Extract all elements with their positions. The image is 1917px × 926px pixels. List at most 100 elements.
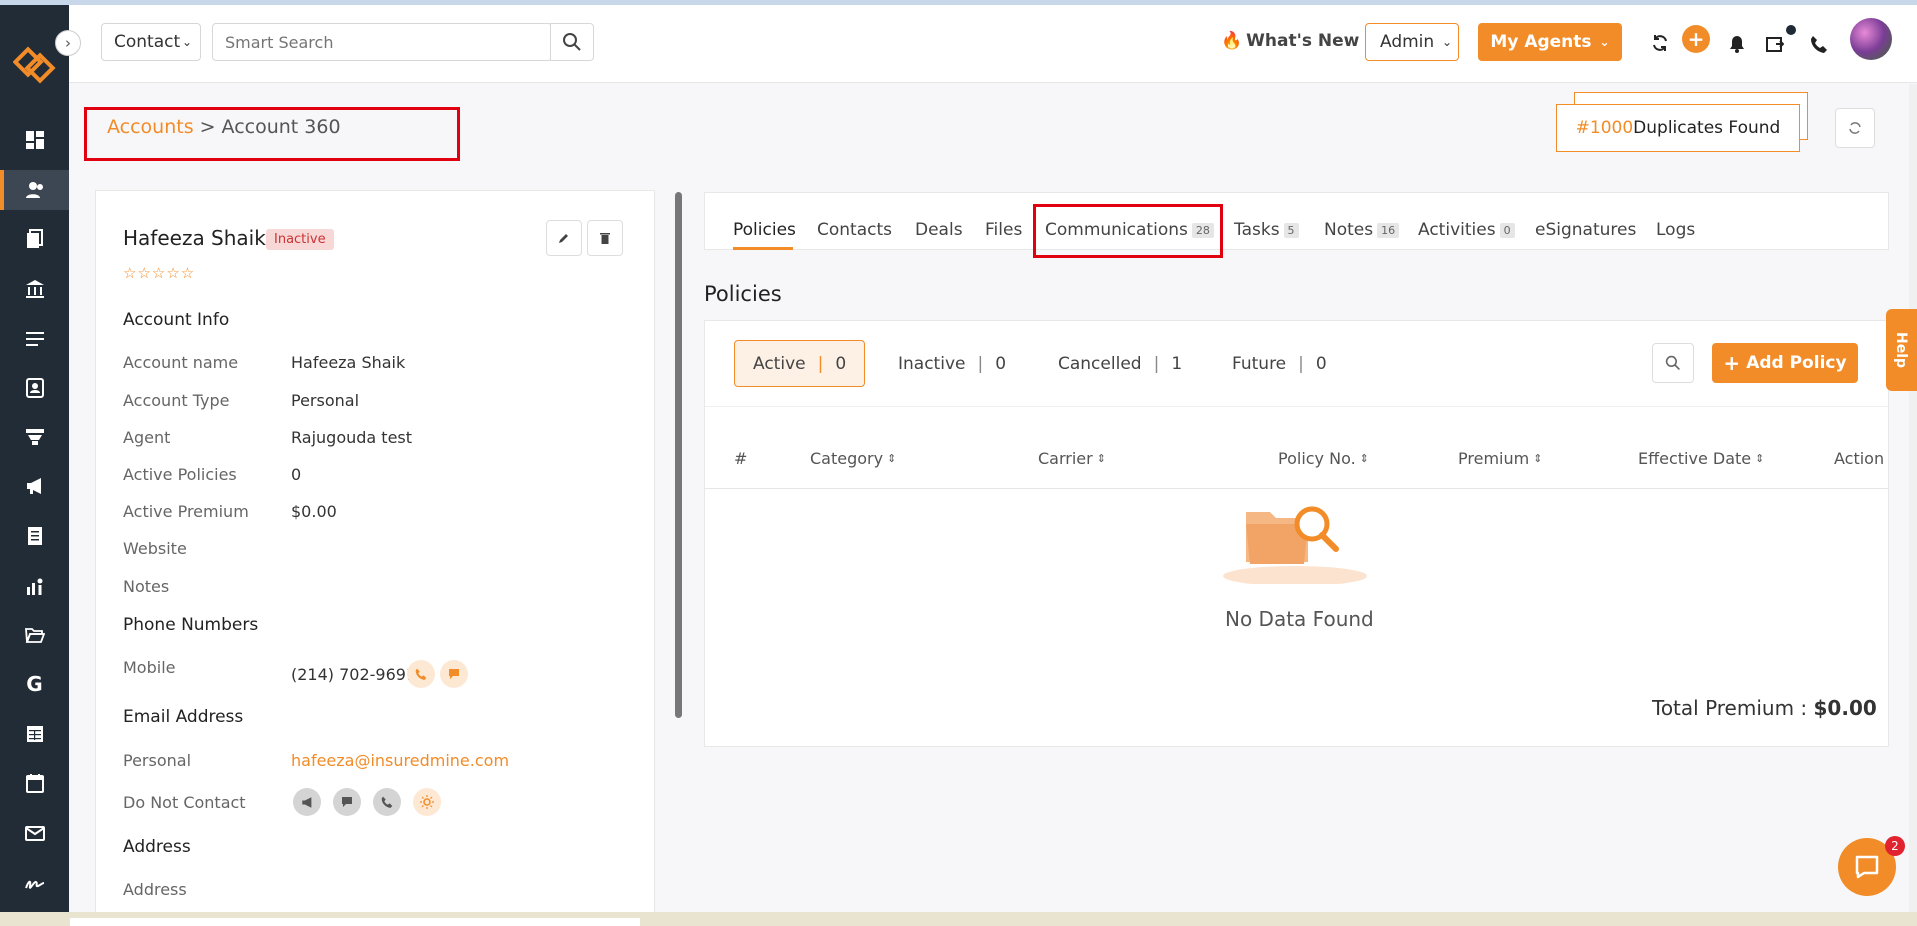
column-label: Action: [1834, 449, 1885, 468]
document-list-icon: [27, 527, 42, 545]
sync-icon: [1653, 35, 1667, 51]
chevron-down-icon: ⌄: [1599, 35, 1610, 49]
sidebar-item-spreadsheet[interactable]: [0, 714, 69, 754]
sidebar-item-email[interactable]: [0, 813, 69, 853]
duplicates-count: #1000: [1575, 118, 1634, 138]
dnc-campaign-toggle[interactable]: [293, 788, 321, 816]
phone-icon: [381, 796, 393, 808]
whats-new-link[interactable]: 🔥 What's New: [1221, 31, 1359, 51]
plus-icon: +: [1723, 351, 1741, 375]
sidebar-item-pipeline[interactable]: [0, 417, 69, 457]
column-header-category[interactable]: Category ⇕: [810, 449, 896, 468]
filter-inactive[interactable]: Inactive | 0: [898, 340, 1006, 387]
dnc-sms-toggle[interactable]: [333, 788, 361, 816]
sms-button[interactable]: [440, 660, 468, 688]
call-button[interactable]: [407, 660, 435, 688]
chevron-down-icon: ⌄: [181, 35, 192, 49]
page-scrollbar[interactable]: [1909, 84, 1917, 912]
column-label: Carrier: [1038, 449, 1093, 468]
rating-stars[interactable]: ☆☆☆☆☆: [123, 264, 195, 282]
email-link[interactable]: hafeeza@insuredmine.com: [291, 751, 509, 770]
sidebar-item-calendar[interactable]: [0, 763, 69, 803]
breadcrumb-accounts-link[interactable]: Accounts: [107, 116, 194, 138]
column-header-premium[interactable]: Premium ⇕: [1458, 449, 1542, 468]
top-bar: Contact ⌄ 🔥 What's New Admin ⌄ My Agents…: [69, 5, 1917, 83]
column-header-carrier[interactable]: Carrier ⇕: [1038, 449, 1106, 468]
tab-logs[interactable]: Logs: [1656, 220, 1695, 240]
tab-esignatures[interactable]: eSignatures: [1535, 220, 1636, 240]
sidebar-item-carriers[interactable]: [0, 269, 69, 309]
sidebar-item-contacts[interactable]: [0, 170, 69, 210]
sidebar-item-campaigns[interactable]: [0, 466, 69, 506]
filter-active[interactable]: Active | 0: [734, 340, 866, 387]
filter-count: 0: [1315, 353, 1327, 374]
tab-label: Policies: [733, 220, 796, 240]
chat-unread-badge: 2: [1885, 836, 1905, 856]
filter-future[interactable]: Future | 0: [1232, 340, 1327, 387]
sidebar-item-documents[interactable]: [0, 219, 69, 259]
tab-label: Logs: [1656, 220, 1696, 240]
sidebar-item-address-book[interactable]: [0, 368, 69, 408]
tab-notes[interactable]: Notes 16: [1324, 220, 1400, 240]
sidebar-item-reports[interactable]: [0, 516, 69, 556]
sidebar-item-dashboard[interactable]: [0, 120, 69, 160]
field-label: Account Type: [123, 391, 230, 410]
filter-cancelled[interactable]: Cancelled | 1: [1058, 340, 1182, 387]
dnc-all-toggle[interactable]: [413, 788, 441, 816]
sidebar-item-list[interactable]: [0, 319, 69, 359]
help-tab[interactable]: Help: [1886, 309, 1917, 391]
refresh-button[interactable]: [1835, 108, 1875, 148]
phone-label: Mobile: [123, 658, 176, 677]
role-select[interactable]: Admin ⌄: [1365, 23, 1459, 61]
megaphone-icon: [301, 796, 311, 808]
my-agents-button[interactable]: My Agents ⌄: [1478, 23, 1622, 61]
funnel-icon: [25, 429, 44, 445]
column-label: #: [734, 449, 748, 468]
inbox-icon: [1766, 37, 1784, 52]
sort-icon: ⇕: [1096, 452, 1106, 465]
mail-icon: [24, 826, 45, 841]
search-button[interactable]: [550, 23, 594, 61]
quick-add-button[interactable]: +: [1682, 25, 1710, 53]
sidebar-expand-button[interactable]: ›: [55, 30, 81, 56]
edit-account-button[interactable]: [546, 220, 582, 256]
taskbar-segment: [70, 918, 640, 926]
app-logo[interactable]: [13, 43, 57, 87]
calendar-icon: [25, 774, 44, 793]
sync-button[interactable]: [1649, 32, 1671, 54]
add-policy-button[interactable]: + Add Policy: [1712, 343, 1858, 383]
tab-tasks[interactable]: Tasks 5: [1234, 220, 1299, 240]
inbox-button[interactable]: [1764, 33, 1786, 55]
tab-label: Deals: [915, 220, 963, 240]
tab-files[interactable]: Files: [985, 220, 1022, 240]
field-value: 0: [291, 465, 302, 484]
sidebar-item-folders[interactable]: [0, 615, 69, 655]
filter-count: 0: [995, 353, 1007, 374]
left-panel-scrollbar[interactable]: [675, 192, 682, 718]
tab-count: 16: [1377, 222, 1400, 238]
sort-icon: ⇕: [1533, 452, 1543, 465]
entity-select[interactable]: Contact ⌄: [101, 23, 201, 61]
duplicates-found-button[interactable]: #1000 Duplicates Found: [1556, 104, 1800, 152]
tab-activities[interactable]: Activities 0: [1418, 220, 1515, 240]
phone-button[interactable]: [1808, 33, 1830, 55]
trash-icon: [600, 233, 610, 244]
role-select-value: Admin: [1380, 32, 1435, 52]
dnc-call-toggle[interactable]: [373, 788, 401, 816]
tab-deals[interactable]: Deals: [915, 220, 963, 240]
column-header-effective-date[interactable]: Effective Date ⇕: [1638, 449, 1764, 468]
column-header-policy-no[interactable]: Policy No. ⇕: [1278, 449, 1369, 468]
sidebar-item-google[interactable]: G: [0, 664, 69, 704]
policy-search-button[interactable]: [1652, 343, 1694, 383]
tab-label: Files: [985, 220, 1023, 240]
sidebar-item-signatures[interactable]: [0, 863, 69, 903]
user-avatar[interactable]: [1850, 18, 1892, 60]
tab-contacts[interactable]: Contacts: [817, 220, 892, 240]
smart-search-input[interactable]: [212, 23, 552, 61]
notifications-button[interactable]: [1726, 33, 1748, 55]
sidebar-item-analytics[interactable]: [0, 566, 69, 606]
tab-policies[interactable]: Policies: [733, 220, 796, 240]
section-phone-numbers: Phone Numbers: [123, 615, 259, 635]
delete-account-button[interactable]: [587, 220, 623, 256]
filter-count: 1: [1171, 353, 1183, 374]
